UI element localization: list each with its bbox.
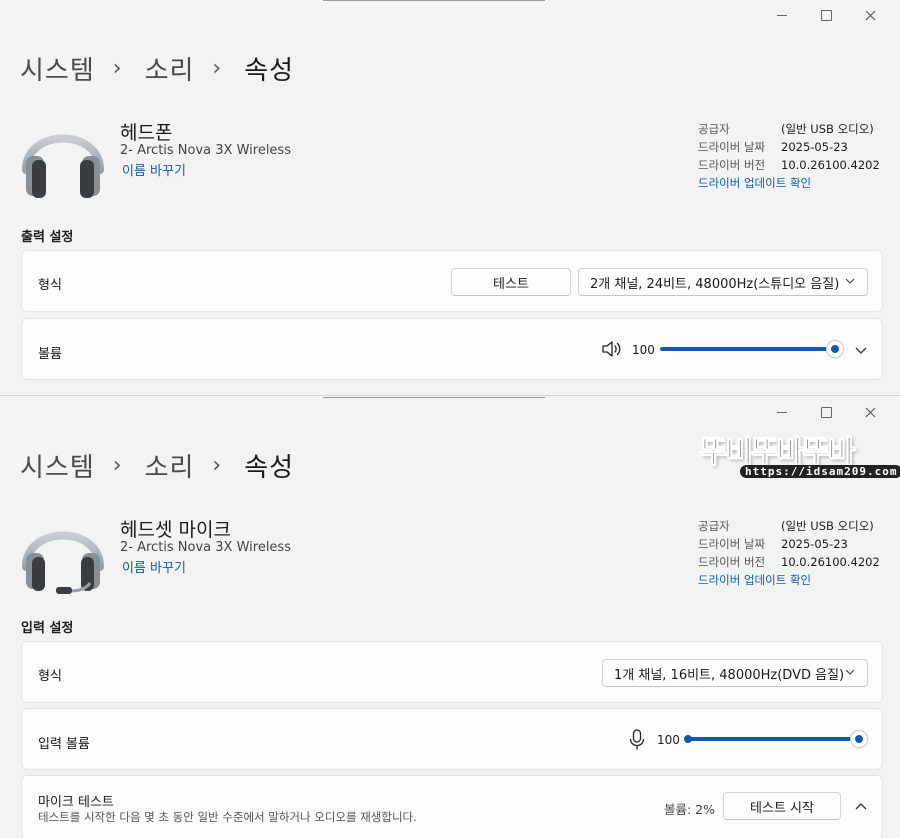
- info-row-driver-date: 드라이버 날짜 2025-05-23: [698, 535, 880, 553]
- input-volume-slider[interactable]: [684, 729, 868, 749]
- chevron-down-icon[interactable]: [855, 344, 867, 356]
- slider-track: [686, 737, 859, 741]
- info-row-driver-version: 드라이버 버전 10.0.26100.4202: [698, 156, 880, 174]
- mic-test-card: 마이크 테스트 테스트를 시작한 다음 몇 초 동안 일반 수준에서 말하거나 …: [21, 775, 883, 838]
- input-volume-value: 100: [657, 733, 680, 747]
- speaker-icon[interactable]: [601, 340, 623, 358]
- device-name: 헤드셋 마이크: [120, 519, 231, 541]
- breadcrumb-sound[interactable]: 소리: [145, 50, 195, 87]
- close-button[interactable]: [848, 403, 892, 421]
- info-key: 드라이버 버전: [698, 158, 766, 172]
- device-model: 2- Arctis Nova 3X Wireless: [120, 143, 291, 158]
- info-key: 드라이버 날짜: [698, 537, 766, 551]
- info-value: (일반 USB 오디오): [781, 519, 874, 533]
- breadcrumb-sound[interactable]: 소리: [145, 447, 195, 484]
- info-row-driver-version: 드라이버 버전 10.0.26100.4202: [698, 553, 880, 571]
- section-heading: 출력 설정: [21, 230, 74, 245]
- format-label: 형식: [38, 278, 62, 293]
- format-card: 형식 1개 채널, 16비트, 48000Hz(DVD 음질): [21, 641, 883, 703]
- format-label: 형식: [38, 669, 62, 684]
- info-key: 드라이버 날짜: [698, 140, 766, 154]
- driver-info: 공급자 (일반 USB 오디오) 드라이버 날짜 2025-05-23 드라이버 버…: [698, 120, 880, 192]
- format-selected: 1개 채널, 16비트, 48000Hz(DVD 음질): [614, 667, 845, 683]
- slider-thumb[interactable]: [826, 340, 844, 358]
- info-key: 공급자: [698, 122, 730, 136]
- rename-link[interactable]: 이름 바꾸기: [122, 160, 186, 179]
- headset-mic-properties-window: 뚜비뚜바뚜바 https://idsam209.com 시스템 › 소리 › 속…: [0, 397, 900, 838]
- volume-slider[interactable]: [660, 339, 844, 359]
- rename-link[interactable]: 이름 바꾸기: [122, 557, 186, 576]
- mic-test-title: 마이크 테스트: [38, 795, 114, 810]
- info-key: 공급자: [698, 519, 730, 533]
- info-value: 10.0.26100.4202: [781, 555, 880, 569]
- volume-card: 볼륨 100: [21, 318, 883, 380]
- chevron-right-icon: ›: [212, 453, 223, 478]
- format-dropdown[interactable]: 1개 채널, 16비트, 48000Hz(DVD 음질): [602, 659, 868, 687]
- info-key: 드라이버 버전: [698, 555, 766, 569]
- close-button[interactable]: [848, 6, 892, 24]
- breadcrumb: 시스템 › 소리 › 속성: [20, 447, 294, 484]
- chevron-right-icon: ›: [112, 453, 123, 478]
- format-dropdown[interactable]: 2개 채널, 24비트, 48000Hz(스튜디오 음질): [578, 268, 868, 296]
- window-controls: [760, 403, 892, 421]
- format-card: 형식 테스트 2개 채널, 24비트, 48000Hz(스튜디오 음질): [21, 250, 883, 312]
- chevron-right-icon: ›: [112, 56, 123, 81]
- watermark-url: https://idsam209.com: [740, 465, 900, 478]
- breadcrumb: 시스템 › 소리 › 속성: [20, 50, 294, 87]
- breadcrumb-properties: 속성: [244, 56, 295, 86]
- driver-info: 공급자 (일반 USB 오디오) 드라이버 날짜 2025-05-23 드라이버 버…: [698, 517, 880, 589]
- input-volume-label: 입력 볼륨: [38, 737, 90, 752]
- chevron-down-icon: [845, 669, 855, 675]
- chevron-up-icon[interactable]: [855, 801, 867, 813]
- input-volume-card: 입력 볼륨 100: [21, 708, 883, 770]
- info-row-driver-date: 드라이버 날짜 2025-05-23: [698, 138, 880, 156]
- breadcrumb-properties: 속성: [244, 453, 295, 483]
- info-row-provider: 공급자 (일반 USB 오디오): [698, 517, 880, 535]
- window-top-edge: [323, 0, 545, 1]
- minimize-button[interactable]: [760, 6, 804, 24]
- breadcrumb-system[interactable]: 시스템: [20, 50, 95, 87]
- close-icon: [865, 10, 875, 20]
- test-button[interactable]: 테스트: [451, 268, 571, 296]
- volume-value: 100: [632, 343, 655, 357]
- volume-label: 볼륨: [38, 347, 62, 362]
- watermark-logo: 뚜비뚜바뚜바 https://idsam209.com: [700, 427, 900, 481]
- breadcrumb-system[interactable]: 시스템: [20, 447, 95, 484]
- maximize-button[interactable]: [804, 6, 848, 24]
- info-value: (일반 USB 오디오): [781, 122, 874, 136]
- info-value: 2025-05-23: [781, 140, 848, 154]
- maximize-button[interactable]: [804, 403, 848, 421]
- section-heading: 입력 설정: [21, 621, 74, 636]
- window-top-edge: [323, 397, 545, 398]
- microphone-icon: [629, 729, 645, 750]
- start-test-button[interactable]: 테스트 시작: [723, 792, 841, 820]
- window-controls: [760, 6, 892, 24]
- device-name: 헤드폰: [120, 122, 173, 144]
- info-row-provider: 공급자 (일반 USB 오디오): [698, 120, 880, 138]
- headphones-properties-window: 시스템 › 소리 › 속성 헤드폰 2- Arctis Nova 3X Wire…: [0, 0, 900, 396]
- headset-icon: [22, 531, 104, 594]
- mic-test-level: 볼륨: 2%: [664, 802, 716, 817]
- driver-update-link[interactable]: 드라이버 업데이트 확인: [698, 174, 880, 192]
- slider-track: [660, 347, 835, 351]
- chevron-down-icon: [845, 278, 855, 284]
- device-model: 2- Arctis Nova 3X Wireless: [120, 540, 291, 555]
- chevron-right-icon: ›: [212, 56, 223, 81]
- driver-update-link[interactable]: 드라이버 업데이트 확인: [698, 571, 880, 589]
- minimize-button[interactable]: [760, 403, 804, 421]
- info-value: 2025-05-23: [781, 537, 848, 551]
- info-value: 10.0.26100.4202: [781, 158, 880, 172]
- slider-thumb[interactable]: [850, 730, 868, 748]
- headphones-icon: [22, 134, 104, 198]
- close-icon: [865, 407, 875, 417]
- format-selected: 2개 채널, 24비트, 48000Hz(스튜디오 음질): [590, 276, 840, 292]
- mic-test-description: 테스트를 시작한 다음 몇 초 동안 일반 수준에서 말하거나 오디오를 재생합…: [38, 810, 417, 824]
